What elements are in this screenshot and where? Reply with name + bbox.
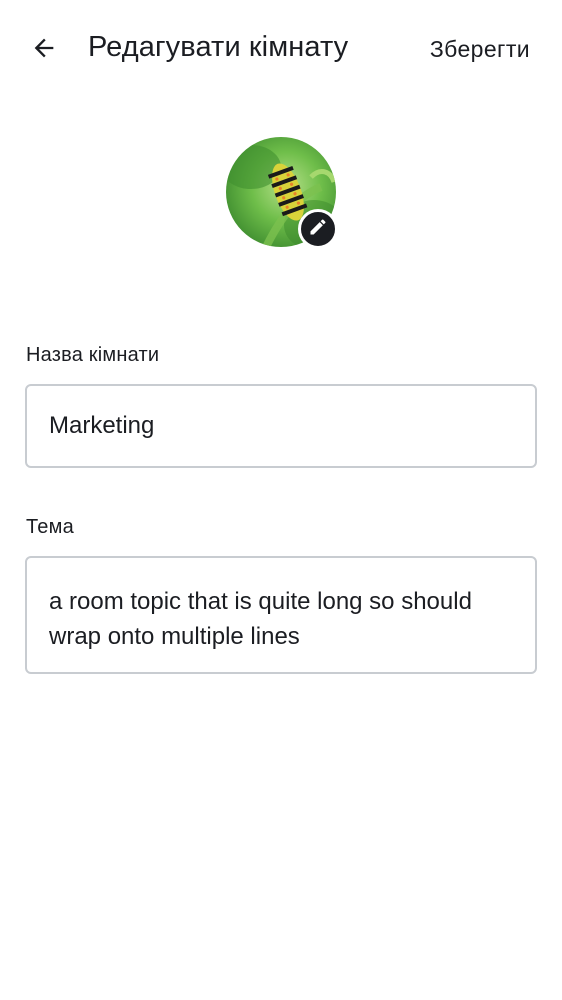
room-name-label: Назва кімнати: [26, 344, 160, 366]
pencil-icon: [308, 217, 328, 242]
arrow-left-icon: [30, 34, 58, 67]
room-name-value: Marketing: [49, 412, 155, 439]
edit-avatar-button[interactable]: [298, 209, 338, 249]
room-avatar-container: [226, 137, 338, 249]
topic-label: Тема: [26, 516, 74, 538]
top-app-bar: Редагувати кімнату Зберегти: [0, 0, 562, 100]
back-button[interactable]: [22, 30, 66, 70]
room-name-input[interactable]: Marketing: [25, 384, 537, 468]
topic-input[interactable]: a room topic that is quite long so shoul…: [25, 556, 537, 674]
save-button[interactable]: Зберегти: [430, 36, 530, 63]
topic-value: a room topic that is quite long so shoul…: [49, 588, 472, 650]
edit-room-screen: Редагувати кімнату Зберегти Назва кімнат…: [0, 0, 562, 1000]
page-title: Редагувати кімнату: [88, 31, 349, 63]
